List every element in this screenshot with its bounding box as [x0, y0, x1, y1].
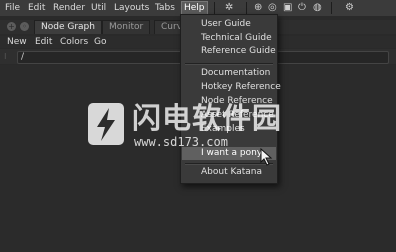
add-tab-icon[interactable]: +: [7, 22, 16, 31]
path-value: /: [21, 52, 25, 62]
menu-item-documentation[interactable]: Documentation: [182, 67, 276, 80]
lightning-logo-icon: [88, 103, 124, 145]
menu-item-user-guide[interactable]: User Guide: [182, 18, 276, 31]
menu-item-reference-guide[interactable]: Reference Guide: [182, 45, 276, 58]
katana-window: File Edit Render Util Layouts Tabs Help …: [0, 0, 396, 252]
menu-render[interactable]: Render: [53, 2, 85, 14]
tab-node-graph[interactable]: Node Graph: [34, 20, 102, 34]
menu-separator: [185, 63, 273, 65]
watermark-url: www.sd173.com: [134, 135, 228, 149]
menu-item-hotkey-reference[interactable]: Hotkey Reference: [182, 81, 281, 94]
render-icon[interactable]: ◎: [268, 2, 277, 14]
drag-handle-icon[interactable]: ⁝: [4, 53, 12, 61]
menu-item-technical-guide[interactable]: Technical Guide: [182, 32, 276, 45]
menu-edit[interactable]: Edit: [28, 2, 45, 14]
pane-options-icon[interactable]: ◦: [20, 22, 29, 31]
menu-item-about-katana[interactable]: About Katana: [182, 166, 276, 179]
node-graph-menu-edit[interactable]: Edit: [35, 36, 52, 48]
node-graph-menu-go[interactable]: Go: [94, 36, 106, 48]
menu-layouts[interactable]: Layouts: [114, 2, 149, 14]
record-icon[interactable]: ◍: [313, 2, 322, 14]
toolbar-separator: [331, 2, 332, 14]
crosshair-icon[interactable]: ⊕: [254, 2, 262, 14]
toolbar-separator: [246, 2, 247, 14]
tab-monitor[interactable]: Monitor: [102, 20, 151, 34]
menu-help[interactable]: Help: [181, 1, 208, 15]
toolbar-separator: [214, 2, 215, 14]
node-graph-menu-colors[interactable]: Colors: [60, 36, 88, 48]
node-graph-menu-new[interactable]: New: [7, 36, 27, 48]
menu-tabs[interactable]: Tabs: [155, 2, 175, 14]
watermark-title: 闪电软件园: [132, 101, 283, 135]
bug-icon[interactable]: ⚙: [345, 2, 354, 14]
watermark: 闪电软件园 www.sd173.com: [86, 101, 326, 157]
menu-util[interactable]: Util: [91, 2, 106, 14]
power-icon[interactable]: ⏻: [298, 2, 306, 14]
gear-icon[interactable]: ✲: [225, 2, 233, 14]
camera-icon[interactable]: ▣: [283, 2, 292, 14]
menu-file[interactable]: File: [5, 2, 20, 14]
